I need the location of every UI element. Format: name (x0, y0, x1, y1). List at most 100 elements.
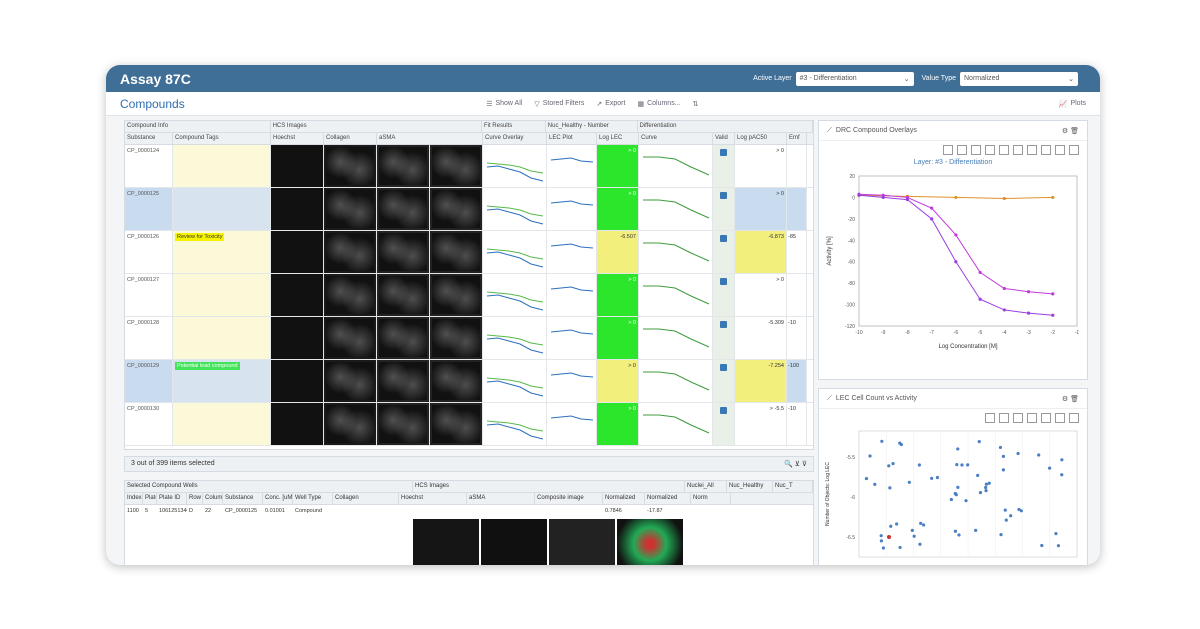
valid-checkbox[interactable] (720, 149, 727, 156)
cell-image-hoechst[interactable] (271, 360, 324, 402)
cell-lec-plot[interactable] (547, 403, 597, 445)
cell-valid[interactable] (713, 317, 735, 359)
cell-substance[interactable]: CP_0000127 (125, 274, 173, 316)
zoom-tool-icon[interactable] (971, 145, 981, 155)
plots-button[interactable]: 📈 Plots (1059, 100, 1086, 108)
wells-col-header[interactable]: Column (203, 493, 223, 504)
wells-col-header[interactable]: Collagen (333, 493, 399, 504)
cell-log-pac50[interactable]: -7.254 (735, 360, 787, 402)
cell-image-collagen[interactable] (324, 274, 377, 316)
cell-image-asma[interactable] (377, 188, 430, 230)
cell-emf[interactable] (787, 145, 807, 187)
lec-chart[interactable]: -5.5 -6 -6.5 Number of Objects: Log LEC (819, 427, 1087, 562)
cell-diff-curve[interactable] (639, 188, 713, 230)
lasso-tool-icon[interactable] (985, 145, 995, 155)
well-image-hoechst[interactable] (481, 519, 547, 565)
wells-col-header[interactable]: Hoechst (399, 493, 467, 504)
wells-col-header[interactable]: Norm (691, 493, 731, 504)
table-row[interactable]: CP_0000130 > 0 > -5.5 -10 (125, 403, 813, 446)
print-icon[interactable] (999, 145, 1009, 155)
cell-image-asma-2[interactable] (430, 231, 483, 273)
lasso-tool-icon[interactable] (1027, 413, 1037, 423)
wells-col-header[interactable]: Well Type (293, 493, 333, 504)
cell-compound-tag[interactable] (173, 317, 271, 359)
cell-curve-overlay[interactable] (483, 274, 547, 316)
cell-substance[interactable]: CP_0000125 (125, 188, 173, 230)
cell-log-lec[interactable]: > 0 (597, 145, 639, 187)
valid-checkbox[interactable] (720, 235, 727, 242)
cell-curve-overlay[interactable] (483, 403, 547, 445)
cell-image-asma[interactable] (377, 274, 430, 316)
pan-tool-icon[interactable] (999, 413, 1009, 423)
valid-checkbox[interactable] (720, 407, 727, 414)
cell-emf[interactable] (787, 188, 807, 230)
cell-diff-curve[interactable] (639, 403, 713, 445)
cell-emf[interactable]: -100 (787, 360, 807, 402)
cell-lec-plot[interactable] (547, 188, 597, 230)
wells-col-header[interactable]: Plate (143, 493, 157, 504)
col-hoechst[interactable]: Hoechst (271, 133, 324, 144)
cell-image-asma[interactable] (377, 231, 430, 273)
cell-image-hoechst[interactable] (271, 188, 324, 230)
cell-log-pac50[interactable]: > 0 (735, 188, 787, 230)
table-row[interactable]: CP_0000128 > 0 -5.309 -10 (125, 317, 813, 360)
valid-checkbox[interactable] (720, 278, 727, 285)
col-asma[interactable]: aSMA (377, 133, 483, 144)
cell-compound-tag[interactable] (173, 274, 271, 316)
col-log-lec[interactable]: Log LEC (597, 133, 639, 144)
cell-valid[interactable] (713, 360, 735, 402)
col-curve[interactable]: Curve (639, 133, 713, 144)
cell-valid[interactable] (713, 274, 735, 316)
delete-icon[interactable]: 🗑 (1070, 395, 1079, 403)
cell-lec-plot[interactable] (547, 317, 597, 359)
valid-checkbox[interactable] (720, 364, 727, 371)
drc-chart[interactable]: 20 0 -20 -40 -60 -80 -100 -120-10 -9 -8 -7 -6 -5 -4 -3… (819, 166, 1087, 371)
cell-curve-overlay[interactable] (483, 360, 547, 402)
cell-log-pac50[interactable]: -6.873 (735, 231, 787, 273)
cell-log-pac50[interactable]: > 0 (735, 274, 787, 316)
cell-emf[interactable]: -85 (787, 231, 807, 273)
filter-icon[interactable]: ⊻ (795, 461, 800, 468)
valid-checkbox[interactable] (720, 192, 727, 199)
cell-curve-overlay[interactable] (483, 231, 547, 273)
cell-emf[interactable] (787, 274, 807, 316)
cell-compound-tag[interactable]: Review for Toxicity (173, 231, 271, 273)
cell-log-lec[interactable]: > 0 (597, 360, 639, 402)
cell-valid[interactable] (713, 231, 735, 273)
columns-button[interactable]: ▦ Columns... (637, 100, 680, 108)
cell-emf[interactable]: -10 (787, 403, 807, 445)
cell-diff-curve[interactable] (639, 231, 713, 273)
table-row[interactable]: CP_0000127 > 0 > 0 (125, 274, 813, 317)
show-all-button[interactable]: ☰ Show All (486, 100, 522, 108)
cell-image-collagen[interactable] (324, 188, 377, 230)
cell-image-collagen[interactable] (324, 403, 377, 445)
table-row[interactable]: CP_0000126 Review for Toxicity -6.507 -6.87… (125, 231, 813, 274)
cell-valid[interactable] (713, 188, 735, 230)
cell-image-asma[interactable] (377, 403, 430, 445)
fit-tool-icon[interactable] (1041, 145, 1051, 155)
wells-col-header[interactable]: Row (187, 493, 203, 504)
cell-image-hoechst[interactable] (271, 145, 324, 187)
cell-substance[interactable]: CP_0000130 (125, 403, 173, 445)
cell-diff-curve[interactable] (639, 274, 713, 316)
cell-substance[interactable]: CP_0000129 (125, 360, 173, 402)
col-emf[interactable]: Emf (787, 133, 807, 144)
cell-emf[interactable]: -10 (787, 317, 807, 359)
settings-icon[interactable]: ⚙ (1062, 395, 1068, 403)
cell-compound-tag[interactable] (173, 145, 271, 187)
zoom-tool-icon[interactable] (1013, 413, 1023, 423)
search-icon[interactable]: 🔍 (784, 461, 793, 468)
save-icon[interactable] (1055, 413, 1065, 423)
cell-image-hoechst[interactable] (271, 403, 324, 445)
cell-curve-overlay[interactable] (483, 188, 547, 230)
wells-col-header[interactable]: Normalized (603, 493, 645, 504)
export-button[interactable]: ↗ Export (596, 100, 625, 108)
cell-compound-tag[interactable] (173, 188, 271, 230)
active-layer-select[interactable]: #3 - Differentiation ⌄ (795, 71, 914, 86)
col-compound-tags[interactable]: Compound Tags (173, 133, 271, 144)
cell-compound-tag[interactable] (173, 403, 271, 445)
valid-checkbox[interactable] (720, 321, 727, 328)
select-tool-icon[interactable] (985, 413, 995, 423)
cell-substance[interactable]: CP_0000124 (125, 145, 173, 187)
cell-image-collagen[interactable] (324, 231, 377, 273)
